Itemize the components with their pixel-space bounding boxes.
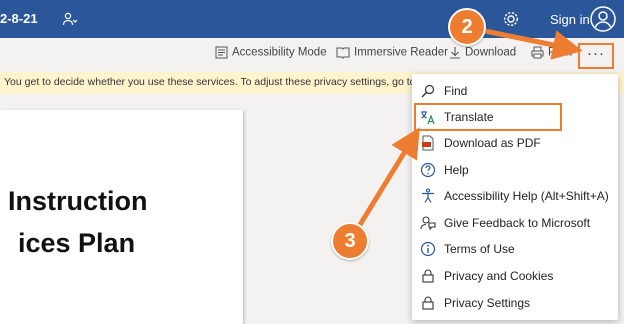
menu-item-accessibility-help[interactable]: Accessibility Help (Alt+Shift+A) (412, 183, 618, 209)
menu-item-download-pdf[interactable]: Download as PDF (412, 130, 618, 156)
menu-item-label: Privacy Settings (444, 296, 531, 310)
gear-icon[interactable] (502, 10, 520, 28)
feedback-icon (420, 216, 436, 231)
search-icon (421, 84, 435, 98)
document-page (0, 110, 243, 324)
help-icon (420, 162, 436, 178)
accessibility-mode-icon (215, 46, 228, 59)
document-title[interactable]: 2-8-21 (0, 11, 38, 26)
menu-item-label: Give Feedback to Microsoft (444, 216, 591, 230)
command-bar: Accessibility Mode Immersive Reader Down… (0, 38, 624, 72)
download-icon (450, 47, 460, 59)
menu-item-give-feedback[interactable]: Give Feedback to Microsoft (412, 210, 618, 236)
menu-item-help[interactable]: Help (412, 157, 618, 183)
download-label: Download (465, 46, 517, 59)
top-app-bar: 2-8-21 Sign in (0, 0, 624, 38)
sign-in-link[interactable]: Sign in (550, 12, 590, 27)
menu-item-privacy-cookies[interactable]: Privacy and Cookies (412, 263, 618, 289)
menu-item-label: Privacy and Cookies (444, 269, 554, 283)
print-label: Print (548, 46, 572, 59)
document-heading-line-2: ices Plan (18, 228, 136, 258)
menu-item-label: Terms of Use (444, 242, 515, 256)
step-2-badge: 2 (448, 8, 486, 46)
menu-item-find[interactable]: Find (412, 78, 618, 104)
avatar-icon[interactable] (590, 6, 616, 32)
step-3-arrow (355, 127, 420, 230)
print-button[interactable]: Print (531, 46, 572, 59)
accessibility-mode-label: Accessibility Mode (232, 46, 327, 59)
lock-icon (422, 296, 434, 310)
menu-item-label: Help (444, 163, 469, 177)
menu-item-label: Download as PDF (444, 136, 541, 150)
people-icon[interactable] (62, 11, 78, 27)
immersive-reader-icon (336, 47, 350, 59)
privacy-notice-text: You get to decide whether you use these … (4, 76, 444, 88)
info-icon (420, 241, 436, 257)
immersive-reader-label: Immersive Reader (354, 46, 448, 59)
menu-item-terms-of-use[interactable]: Terms of Use (412, 236, 618, 262)
accessibility-mode-button[interactable]: Accessibility Mode (215, 46, 327, 59)
menu-item-label: Find (444, 84, 468, 98)
translate-highlight-box (414, 103, 562, 131)
print-icon (531, 46, 544, 59)
menu-item-label: Accessibility Help (Alt+Shift+A) (444, 189, 609, 203)
download-button[interactable]: Download (449, 46, 516, 59)
pdf-icon (422, 135, 434, 151)
document-heading-line-1: Instruction (8, 186, 148, 216)
immersive-reader-button[interactable]: Immersive Reader (336, 46, 448, 59)
lock-icon (422, 269, 434, 283)
accessibility-icon (422, 188, 434, 203)
more-options-button[interactable]: ··· (578, 43, 614, 69)
step-3-badge: 3 (331, 222, 369, 260)
menu-item-privacy-settings[interactable]: Privacy Settings (412, 290, 618, 316)
